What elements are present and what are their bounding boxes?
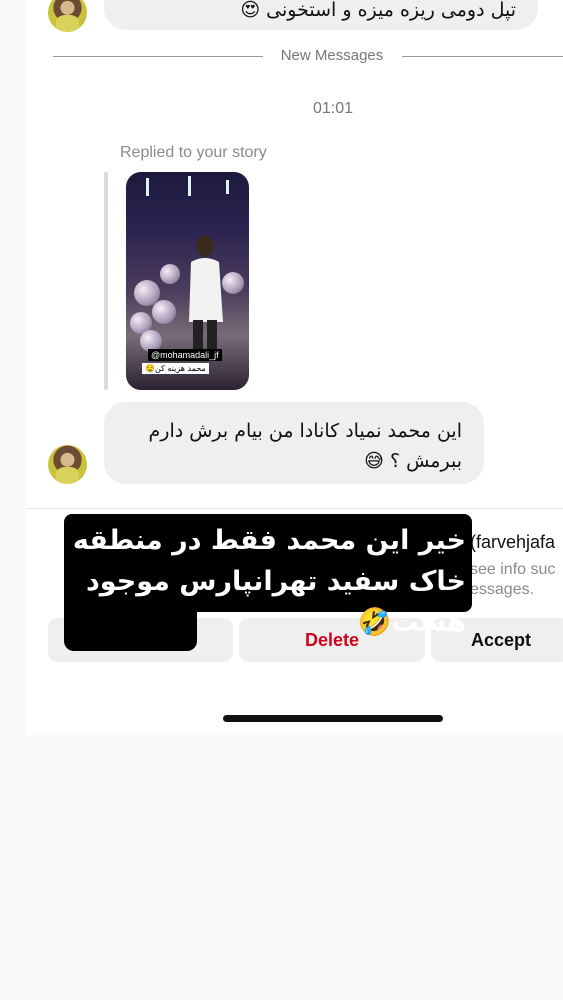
stage-light xyxy=(226,180,229,194)
request-info-line2: essages. xyxy=(470,581,535,598)
reply-indicator-bar xyxy=(104,172,108,390)
overlay-text: خیر این محمد فقط در منطقه خاک سفید تهران… xyxy=(72,525,466,638)
message-bubble-reply[interactable]: این محمد نمیاد کانادا من بیام برش دارم ب… xyxy=(104,402,484,484)
message-bubble-prev[interactable]: تپل دومی ریزه میزه و استخونی 😍 xyxy=(104,0,538,30)
message-text-line1: این محمد نمیاد کانادا من بیام برش دارم xyxy=(148,420,462,442)
person-figure xyxy=(189,235,223,352)
story-caption: محمد هزینه کن🤤 xyxy=(142,363,209,374)
request-divider xyxy=(26,508,563,509)
sender-avatar[interactable] xyxy=(48,445,87,484)
story-thumbnail[interactable]: @mohamadali_jf محمد هزینه کن🤤 xyxy=(126,172,249,390)
request-username: (farvehjafa xyxy=(470,532,556,552)
stage-light xyxy=(188,176,191,196)
stage-light xyxy=(146,178,149,196)
home-indicator[interactable] xyxy=(223,715,443,722)
new-messages-divider: New Messages xyxy=(280,47,384,64)
request-info-text: see info suc essages. xyxy=(470,560,555,600)
message-text: تپل دومی ریزه میزه و استخونی 😍 xyxy=(240,0,516,21)
replied-to-story-label: Replied to your story xyxy=(120,144,267,161)
story-mention-tag: @mohamadali_jf xyxy=(148,349,222,361)
divider-line-left xyxy=(53,56,263,57)
balloon xyxy=(152,300,176,324)
message-text-line2: ببرمش ؟ 😅 xyxy=(364,450,462,472)
balloon xyxy=(160,264,180,284)
request-info-line1: see info suc xyxy=(470,561,556,578)
timestamp: 01:01 xyxy=(312,100,354,117)
divider-line-right xyxy=(402,56,563,57)
